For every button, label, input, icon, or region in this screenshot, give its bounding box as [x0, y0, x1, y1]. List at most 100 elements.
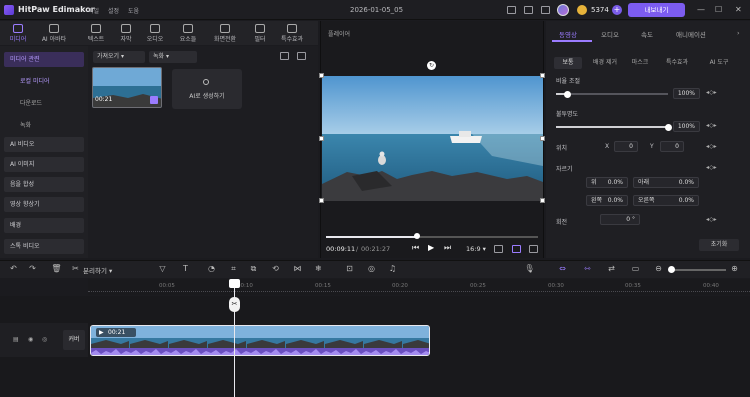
track-mute-icon[interactable]: ◉ [28, 336, 33, 343]
sidebar-sub-download[interactable]: 다운로드 [20, 98, 42, 107]
menu-settings[interactable]: 설정 [108, 6, 119, 15]
keyframe-nav-icon[interactable]: ◂◇▸ [706, 89, 717, 96]
sidebar-sub-record[interactable]: 녹화 [20, 120, 31, 129]
resize-handle[interactable] [319, 136, 324, 141]
crop-tool-icon[interactable]: ⌗ [228, 263, 239, 274]
play-icon[interactable]: ▶ [428, 243, 434, 252]
timeline-ruler[interactable] [88, 279, 750, 295]
cover-button[interactable]: 커버 [63, 330, 85, 350]
opacity-slider-knob[interactable] [664, 123, 672, 131]
resize-handle[interactable] [540, 136, 545, 141]
mail-icon[interactable] [541, 6, 550, 14]
delete-icon[interactable]: 🗑 [51, 263, 62, 274]
menu-help[interactable]: 도움 [128, 6, 139, 15]
crop-right-field[interactable]: 오른쪽 0.0% [633, 195, 699, 206]
crop-bottom-field[interactable]: 아래 0.0% [633, 177, 699, 188]
tab-transition[interactable]: 화면전환 [209, 22, 241, 44]
split-icon[interactable]: ✂ [70, 263, 81, 274]
export-button[interactable]: 내보내기 [628, 3, 685, 17]
redo-icon[interactable]: ↷ [27, 263, 38, 274]
tab-animation[interactable]: 애니메이션 [676, 29, 706, 39]
rotate-input[interactable]: 0 ° [600, 214, 640, 225]
pos-y-input[interactable]: 0 [660, 141, 684, 152]
resize-handle[interactable] [540, 198, 545, 203]
ai-tool-icon[interactable]: ◎ [366, 263, 377, 274]
scale-value[interactable]: 100% [673, 88, 700, 99]
marker-icon[interactable]: ▽ [157, 263, 168, 274]
aspect-ratio-select[interactable]: 16:9 ▾ [466, 245, 486, 253]
tab-audio[interactable]: 오디오 [139, 22, 171, 44]
preview-video[interactable] [322, 76, 543, 201]
minimize-icon[interactable]: — [697, 5, 705, 14]
playhead-split-icon[interactable]: ✂ [229, 297, 240, 312]
scale-slider[interactable] [556, 90, 668, 98]
maximize-icon[interactable]: ☐ [715, 5, 722, 14]
mirror-icon[interactable]: ⋈ [292, 263, 303, 274]
sidebar-item-voice-synth[interactable]: 음을 합성 [4, 177, 84, 192]
crop-left-field[interactable]: 왼쪽 0.0% [586, 195, 628, 206]
audio-detach-icon[interactable]: ♫ [387, 263, 398, 274]
keyframe-nav-icon[interactable]: ◂◇▸ [706, 164, 717, 171]
opacity-value[interactable]: 100% [673, 121, 700, 132]
speed-icon[interactable]: ◔ [206, 263, 217, 274]
subtab-mask[interactable]: 마스크 [626, 57, 654, 69]
crop-top-field[interactable]: 위 0.0% [586, 177, 628, 188]
resize-tool-icon[interactable]: ⧉ [248, 263, 259, 274]
tab-speed[interactable]: 속도 [641, 29, 653, 39]
checkbox-selected-icon[interactable] [150, 96, 158, 104]
filter-list-icon[interactable] [297, 52, 306, 60]
zoom-out-icon[interactable]: ⊖ [653, 263, 664, 274]
text-tool-icon[interactable]: T [180, 263, 191, 274]
playhead-handle[interactable] [229, 279, 240, 288]
keyframe-nav-icon[interactable]: ◂◇▸ [706, 143, 717, 150]
tab-elements[interactable]: 요소들 [172, 22, 204, 44]
menu-file[interactable]: 파일 [88, 6, 99, 15]
zoom-slider-knob[interactable] [668, 266, 675, 273]
zoom-in-icon[interactable]: ⊕ [729, 263, 740, 274]
ai-generate-card[interactable]: AI로 생성하기 [172, 69, 242, 109]
sidebar-item-media[interactable]: 미디어 관련 [4, 52, 84, 67]
keyframe-nav-icon[interactable]: ◂◇▸ [706, 122, 717, 129]
pos-x-input[interactable]: 0 [614, 141, 638, 152]
tab-audio-props[interactable]: 오디오 [601, 29, 619, 39]
magnet-icon[interactable]: ⇿ [582, 263, 593, 274]
add-credits-button[interactable]: + [612, 5, 622, 15]
resize-handle[interactable] [540, 73, 545, 78]
undo-icon[interactable]: ↶ [8, 263, 19, 274]
feedback-icon[interactable] [507, 6, 516, 14]
sidebar-item-ai-image[interactable]: AI 이미지 [4, 157, 84, 172]
sidebar-item-stock-video[interactable]: 스톡 비디오 [4, 239, 84, 254]
grid-icon[interactable] [512, 245, 521, 253]
next-frame-icon[interactable]: ⏭ [444, 243, 451, 253]
import-dropdown[interactable]: 가져오기 ▾ [93, 51, 145, 63]
snapshot-icon[interactable] [494, 245, 503, 253]
track-visibility-icon[interactable]: ◎ [42, 336, 47, 343]
tab-video[interactable]: 동영상 [559, 29, 577, 39]
resize-handle[interactable] [319, 73, 324, 78]
tab-text[interactable]: 텍스트 [80, 22, 112, 44]
tab-effects[interactable]: 특수효과 [276, 22, 308, 44]
zoom-slider[interactable] [670, 269, 726, 271]
record-dropdown[interactable]: 녹화 ▾ [149, 51, 197, 63]
opacity-slider[interactable] [556, 123, 672, 131]
screenshot-tool-icon[interactable]: ⊡ [344, 263, 355, 274]
prev-frame-icon[interactable]: ⏮ [412, 243, 419, 253]
fit-icon[interactable]: ⇄ [606, 263, 617, 274]
preview-toggle-icon[interactable]: ▭ [630, 263, 641, 274]
timeline-video-clip[interactable] [90, 325, 430, 356]
reset-button[interactable]: 초기화 [699, 239, 739, 251]
user-avatar[interactable] [557, 4, 569, 16]
tab-ai-avatar[interactable]: AI 아바타 [38, 22, 70, 44]
resize-handle[interactable] [319, 198, 324, 203]
tab-subtitle[interactable]: 자막 [110, 22, 142, 44]
sidebar-item-ai-video[interactable]: AI 비디오 [4, 137, 84, 152]
freeze-icon[interactable]: ❄ [313, 263, 324, 274]
rotate-handle-icon[interactable]: ↻ [427, 61, 436, 70]
sidebar-sub-local-media[interactable]: 로컬 미디어 [20, 76, 50, 85]
fullscreen-icon[interactable] [529, 245, 538, 253]
sidebar-item-background[interactable]: 배경 [4, 218, 84, 233]
notes-icon[interactable] [524, 6, 533, 14]
player-progress-track[interactable] [326, 236, 538, 238]
subtab-bg-remove[interactable]: 배경 제거 [586, 57, 624, 69]
tab-filter[interactable]: 필터 [244, 22, 276, 44]
